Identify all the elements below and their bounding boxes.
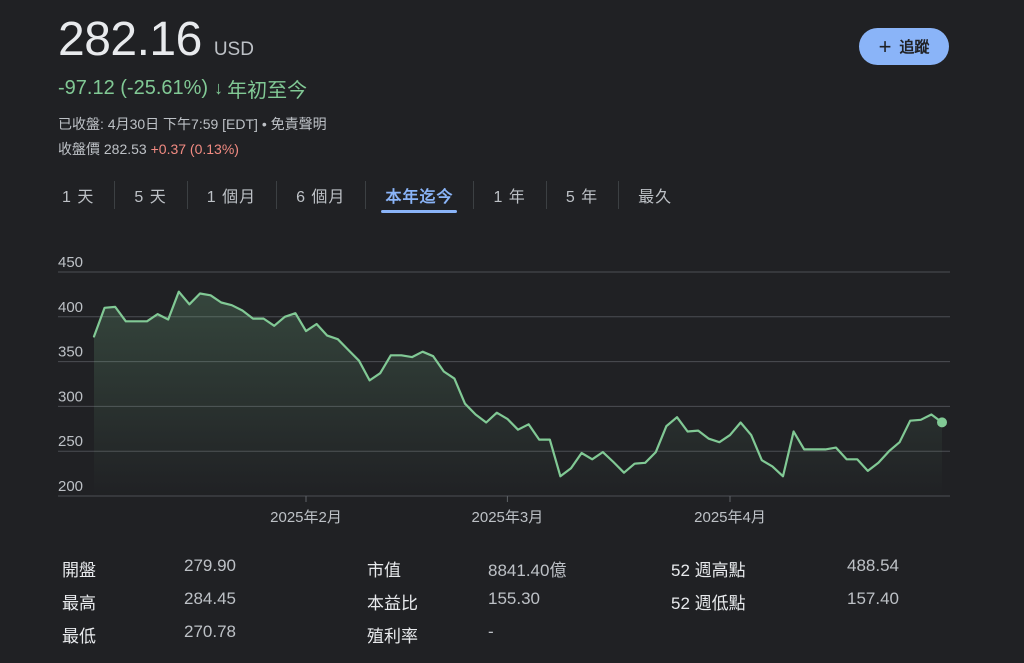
stat-label: 52 週高點 (671, 561, 746, 580)
y-tick-label: 300 (58, 388, 83, 405)
change-period: 年初至今 (227, 80, 308, 102)
tab-ytd[interactable]: 本年迄今 (365, 177, 473, 213)
plus-icon: + (878, 33, 892, 59)
stat-value: 157.40 (847, 589, 899, 608)
follow-button-label: 追蹤 (899, 39, 930, 56)
tab-1-year[interactable]: 1 年 (473, 177, 545, 213)
stat-value: 270.78 (184, 622, 236, 641)
price-change: -97.12 (-25.61%) ↓ 年初至今 (58, 74, 307, 103)
tab-label: 1 天 (62, 189, 95, 206)
current-price: 282.16 (58, 13, 202, 66)
stat-label: 殖利率 (367, 627, 418, 646)
stat-label: 最低 (62, 627, 96, 646)
currency-label: USD (213, 39, 254, 60)
tab-label: 1 個月 (206, 189, 257, 206)
time-range-tabs: 1 天 5 天 1 個月 6 個月 本年迄今 1 年 5 年 最久 (42, 177, 692, 213)
tab-label: 5 年 (565, 189, 599, 206)
x-tick-label: 2025年3月 (472, 509, 544, 526)
stat-value: 8841.40億 (488, 561, 567, 580)
tab-5-days[interactable]: 5 天 (114, 177, 186, 213)
change-value: -97.12 (-25.61%) (58, 77, 209, 99)
arrow-down-icon: ↓ (214, 78, 224, 98)
price-chart[interactable]: 200 250 300 350 400 450 2025年2月 2025年3月 2025年4月 (0, 255, 1024, 535)
stat-label: 52 週低點 (671, 594, 746, 613)
stat-value: 279.90 (184, 556, 236, 575)
tab-label: 最久 (638, 189, 673, 206)
close-price-change: +0.37 (0.13%) (150, 141, 239, 157)
tab-1-month[interactable]: 1 個月 (186, 177, 276, 213)
tab-label: 5 天 (134, 189, 167, 206)
tab-label: 1 年 (493, 189, 526, 206)
tab-max[interactable]: 最久 (618, 177, 692, 213)
y-tick-label: 200 (58, 478, 83, 495)
tab-label: 本年迄今 (385, 189, 454, 206)
y-tick-label: 450 (58, 255, 83, 271)
close-price-label: 收盤價 (58, 141, 100, 157)
stat-value: 488.54 (847, 556, 899, 575)
tab-label: 6 個月 (296, 189, 346, 206)
current-price-marker (937, 417, 947, 428)
stat-label: 最高 (62, 594, 96, 613)
tab-6-months[interactable]: 6 個月 (276, 177, 365, 213)
stat-label: 市值 (367, 561, 401, 580)
price-area-fill (94, 291, 942, 496)
stat-label: 本益比 (367, 594, 418, 613)
stat-value: 284.45 (184, 589, 236, 608)
y-tick-label: 400 (58, 299, 83, 316)
stat-label: 開盤 (62, 561, 96, 580)
close-price-info: 收盤價 282.53 +0.37 (0.13%) (58, 139, 239, 159)
x-tick-label: 2025年2月 (270, 509, 342, 526)
close-price-value: 282.53 (103, 141, 147, 157)
market-closed-info: 已收盤: 4月30日 下午7:59 [EDT] • 免責聲明 (58, 116, 327, 132)
follow-button[interactable]: + 追蹤 (859, 28, 949, 65)
y-tick-label: 350 (58, 344, 83, 361)
y-tick-label: 250 (58, 433, 83, 450)
stat-value: 155.30 (488, 589, 540, 608)
tab-1-day[interactable]: 1 天 (42, 177, 114, 213)
tab-5-years[interactable]: 5 年 (545, 177, 618, 213)
stat-value: - (488, 622, 494, 641)
price-header: 282.16 USD (58, 12, 254, 67)
x-tick-label: 2025年4月 (694, 509, 766, 526)
